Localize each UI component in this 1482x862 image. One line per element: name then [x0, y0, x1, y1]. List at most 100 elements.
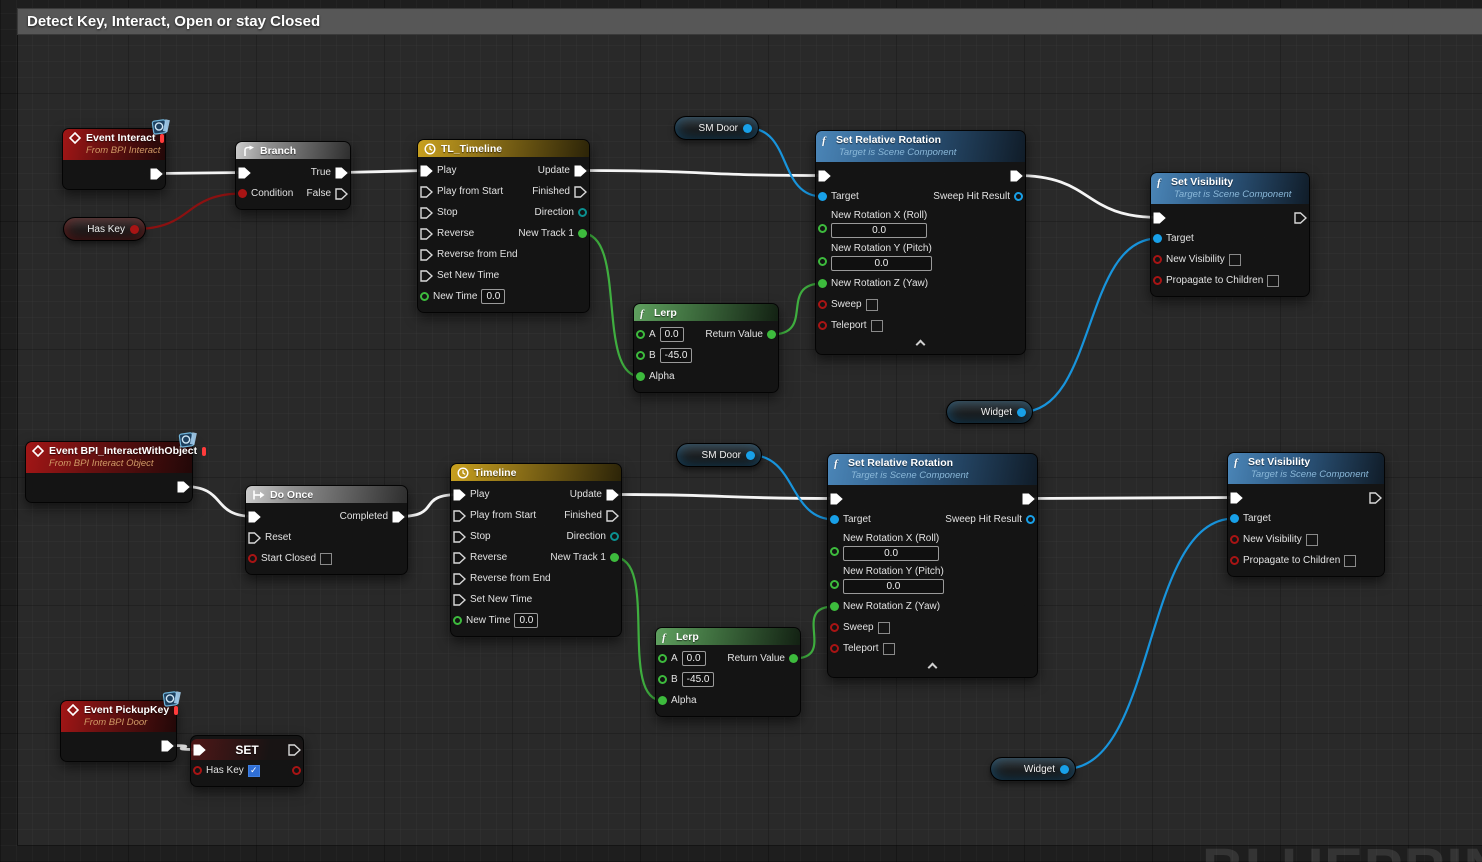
new-rotation-y-pin[interactable]	[818, 257, 827, 266]
finished-pin[interactable]	[606, 509, 619, 522]
out-pin[interactable]	[1060, 764, 1069, 774]
node-tl-timeline[interactable]: TL_Timeline Play Update Play from Start Fini…	[417, 139, 590, 313]
a-pin[interactable]	[636, 330, 645, 339]
out-pin[interactable]	[1017, 407, 1026, 417]
new-track-1-pin[interactable]	[610, 553, 619, 562]
collapse-chevron-icon[interactable]	[816, 339, 1025, 354]
new-time-pin[interactable]	[420, 292, 429, 301]
node-lerp-2[interactable]: f Lerp A 0.0 Return Value B -45.0 Alpha	[655, 627, 801, 717]
play-from-start-pin[interactable]	[453, 509, 466, 522]
new-time-value[interactable]: 0.0	[481, 289, 506, 304]
play-from-start-pin[interactable]	[420, 185, 433, 198]
node-branch[interactable]: Branch True Condition False	[235, 141, 351, 210]
new-rotation-y-pin[interactable]	[830, 580, 839, 589]
b-pin[interactable]	[658, 675, 667, 684]
out-pin[interactable]	[292, 766, 301, 775]
propagate-to-children-checkbox[interactable]	[1267, 274, 1280, 287]
play-pin[interactable]	[420, 165, 433, 177]
target-pin[interactable]	[1230, 514, 1239, 523]
new-time-pin[interactable]	[453, 616, 462, 625]
exec-in-pin[interactable]	[1230, 492, 1243, 504]
node-do-once[interactable]: Do Once Completed Reset Start Closed	[245, 485, 408, 575]
exec-out-pin[interactable]	[161, 740, 174, 752]
new-rotation-x-value[interactable]: 0.0	[831, 223, 928, 238]
sweep-pin[interactable]	[830, 623, 839, 632]
new-visibility-pin[interactable]	[1153, 255, 1162, 264]
has-key-pin[interactable]	[193, 766, 202, 775]
set-new-time-pin[interactable]	[420, 269, 433, 282]
target-pin[interactable]	[830, 515, 839, 524]
sweep-checkbox[interactable]	[877, 621, 890, 634]
has-key-checkbox[interactable]: ✓	[247, 764, 260, 777]
completed-pin[interactable]	[392, 511, 405, 523]
exec-out-pin[interactable]	[1294, 211, 1307, 224]
start-closed-pin[interactable]	[248, 554, 257, 563]
node-widget-1[interactable]: Widget	[946, 400, 1033, 424]
new-visibility-checkbox[interactable]	[1228, 253, 1241, 266]
play-pin[interactable]	[453, 489, 466, 501]
new-rotation-y-value[interactable]: 0.0	[831, 256, 932, 271]
a-value[interactable]: 0.0	[659, 327, 684, 342]
exec-out-pin[interactable]	[177, 481, 190, 493]
new-track-1-pin[interactable]	[578, 229, 587, 238]
reverse-pin[interactable]	[420, 227, 433, 240]
teleport-checkbox[interactable]	[882, 642, 895, 655]
start-closed-checkbox[interactable]	[320, 552, 333, 565]
new-visibility-pin[interactable]	[1230, 535, 1239, 544]
a-value[interactable]: 0.0	[681, 651, 706, 666]
exec-in-pin[interactable]	[1153, 212, 1166, 224]
target-pin[interactable]	[818, 192, 827, 201]
sweep-checkbox[interactable]	[865, 298, 878, 311]
node-event-bpi-interactwithobject[interactable]: Event BPI_InteractWithObject From BPI Int…	[25, 432, 207, 503]
b-value[interactable]: -45.0	[681, 672, 715, 687]
exec-in-pin[interactable]	[830, 493, 843, 505]
new-rotation-x-pin[interactable]	[818, 224, 827, 233]
exec-out-pin[interactable]	[1369, 491, 1382, 504]
alpha-pin[interactable]	[658, 696, 667, 705]
node-widget-2[interactable]: Widget	[990, 757, 1076, 781]
node-timeline[interactable]: Timeline Play Update Play from Start Finishe…	[450, 463, 622, 637]
stop-pin[interactable]	[453, 530, 466, 543]
finished-pin[interactable]	[574, 185, 587, 198]
reverse-from-end-pin[interactable]	[420, 248, 433, 261]
node-set-visibility-1[interactable]: f Set Visibility Target is Scene Component…	[1150, 172, 1310, 297]
node-sm-door-2[interactable]: SM Door	[676, 443, 762, 467]
out-pin[interactable]	[743, 123, 752, 133]
reset-pin[interactable]	[248, 531, 261, 544]
return-value-pin[interactable]	[789, 654, 798, 663]
sweep-hit-result-pin[interactable]	[1026, 515, 1035, 524]
alpha-pin[interactable]	[636, 372, 645, 381]
exec-in-pin[interactable]	[238, 167, 251, 179]
sweep-hit-result-pin[interactable]	[1014, 192, 1023, 201]
new-rotation-z-pin[interactable]	[830, 602, 839, 611]
out-pin[interactable]	[130, 224, 139, 234]
exec-in-pin[interactable]	[193, 744, 206, 756]
b-value[interactable]: -45.0	[659, 348, 693, 363]
exec-in-pin[interactable]	[818, 170, 831, 182]
exec-out-pin[interactable]	[288, 743, 301, 756]
new-rotation-x-value[interactable]: 0.0	[843, 546, 940, 561]
update-pin[interactable]	[574, 165, 587, 177]
node-set-relative-rotation-1[interactable]: f Set Relative Rotation Target is Scene Co…	[815, 130, 1026, 355]
new-time-value[interactable]: 0.0	[514, 613, 539, 628]
teleport-pin[interactable]	[818, 321, 827, 330]
sweep-pin[interactable]	[818, 300, 827, 309]
exec-in-pin[interactable]	[248, 511, 261, 523]
new-rotation-y-value[interactable]: 0.0	[843, 579, 944, 594]
node-set-visibility-2[interactable]: f Set Visibility Target is Scene Component…	[1227, 452, 1385, 577]
b-pin[interactable]	[636, 351, 645, 360]
exec-out-pin[interactable]	[1010, 170, 1023, 182]
reverse-from-end-pin[interactable]	[453, 572, 466, 585]
out-pin[interactable]	[746, 450, 755, 460]
return-value-pin[interactable]	[767, 330, 776, 339]
blueprint-canvas[interactable]: BLUEPRINT Detect Key, Interact, Open or …	[0, 0, 1482, 862]
node-lerp-1[interactable]: f Lerp A 0.0 Return Value B -45.0 Alpha	[633, 303, 779, 393]
teleport-checkbox[interactable]	[870, 319, 883, 332]
update-pin[interactable]	[606, 489, 619, 501]
node-set-relative-rotation-2[interactable]: f Set Relative Rotation Target is Scene Co…	[827, 453, 1038, 678]
node-has-key-var[interactable]: Has Key	[63, 217, 146, 241]
propagate-to-children-checkbox[interactable]	[1344, 554, 1357, 567]
stop-pin[interactable]	[420, 206, 433, 219]
a-pin[interactable]	[658, 654, 667, 663]
direction-pin[interactable]	[578, 208, 587, 217]
